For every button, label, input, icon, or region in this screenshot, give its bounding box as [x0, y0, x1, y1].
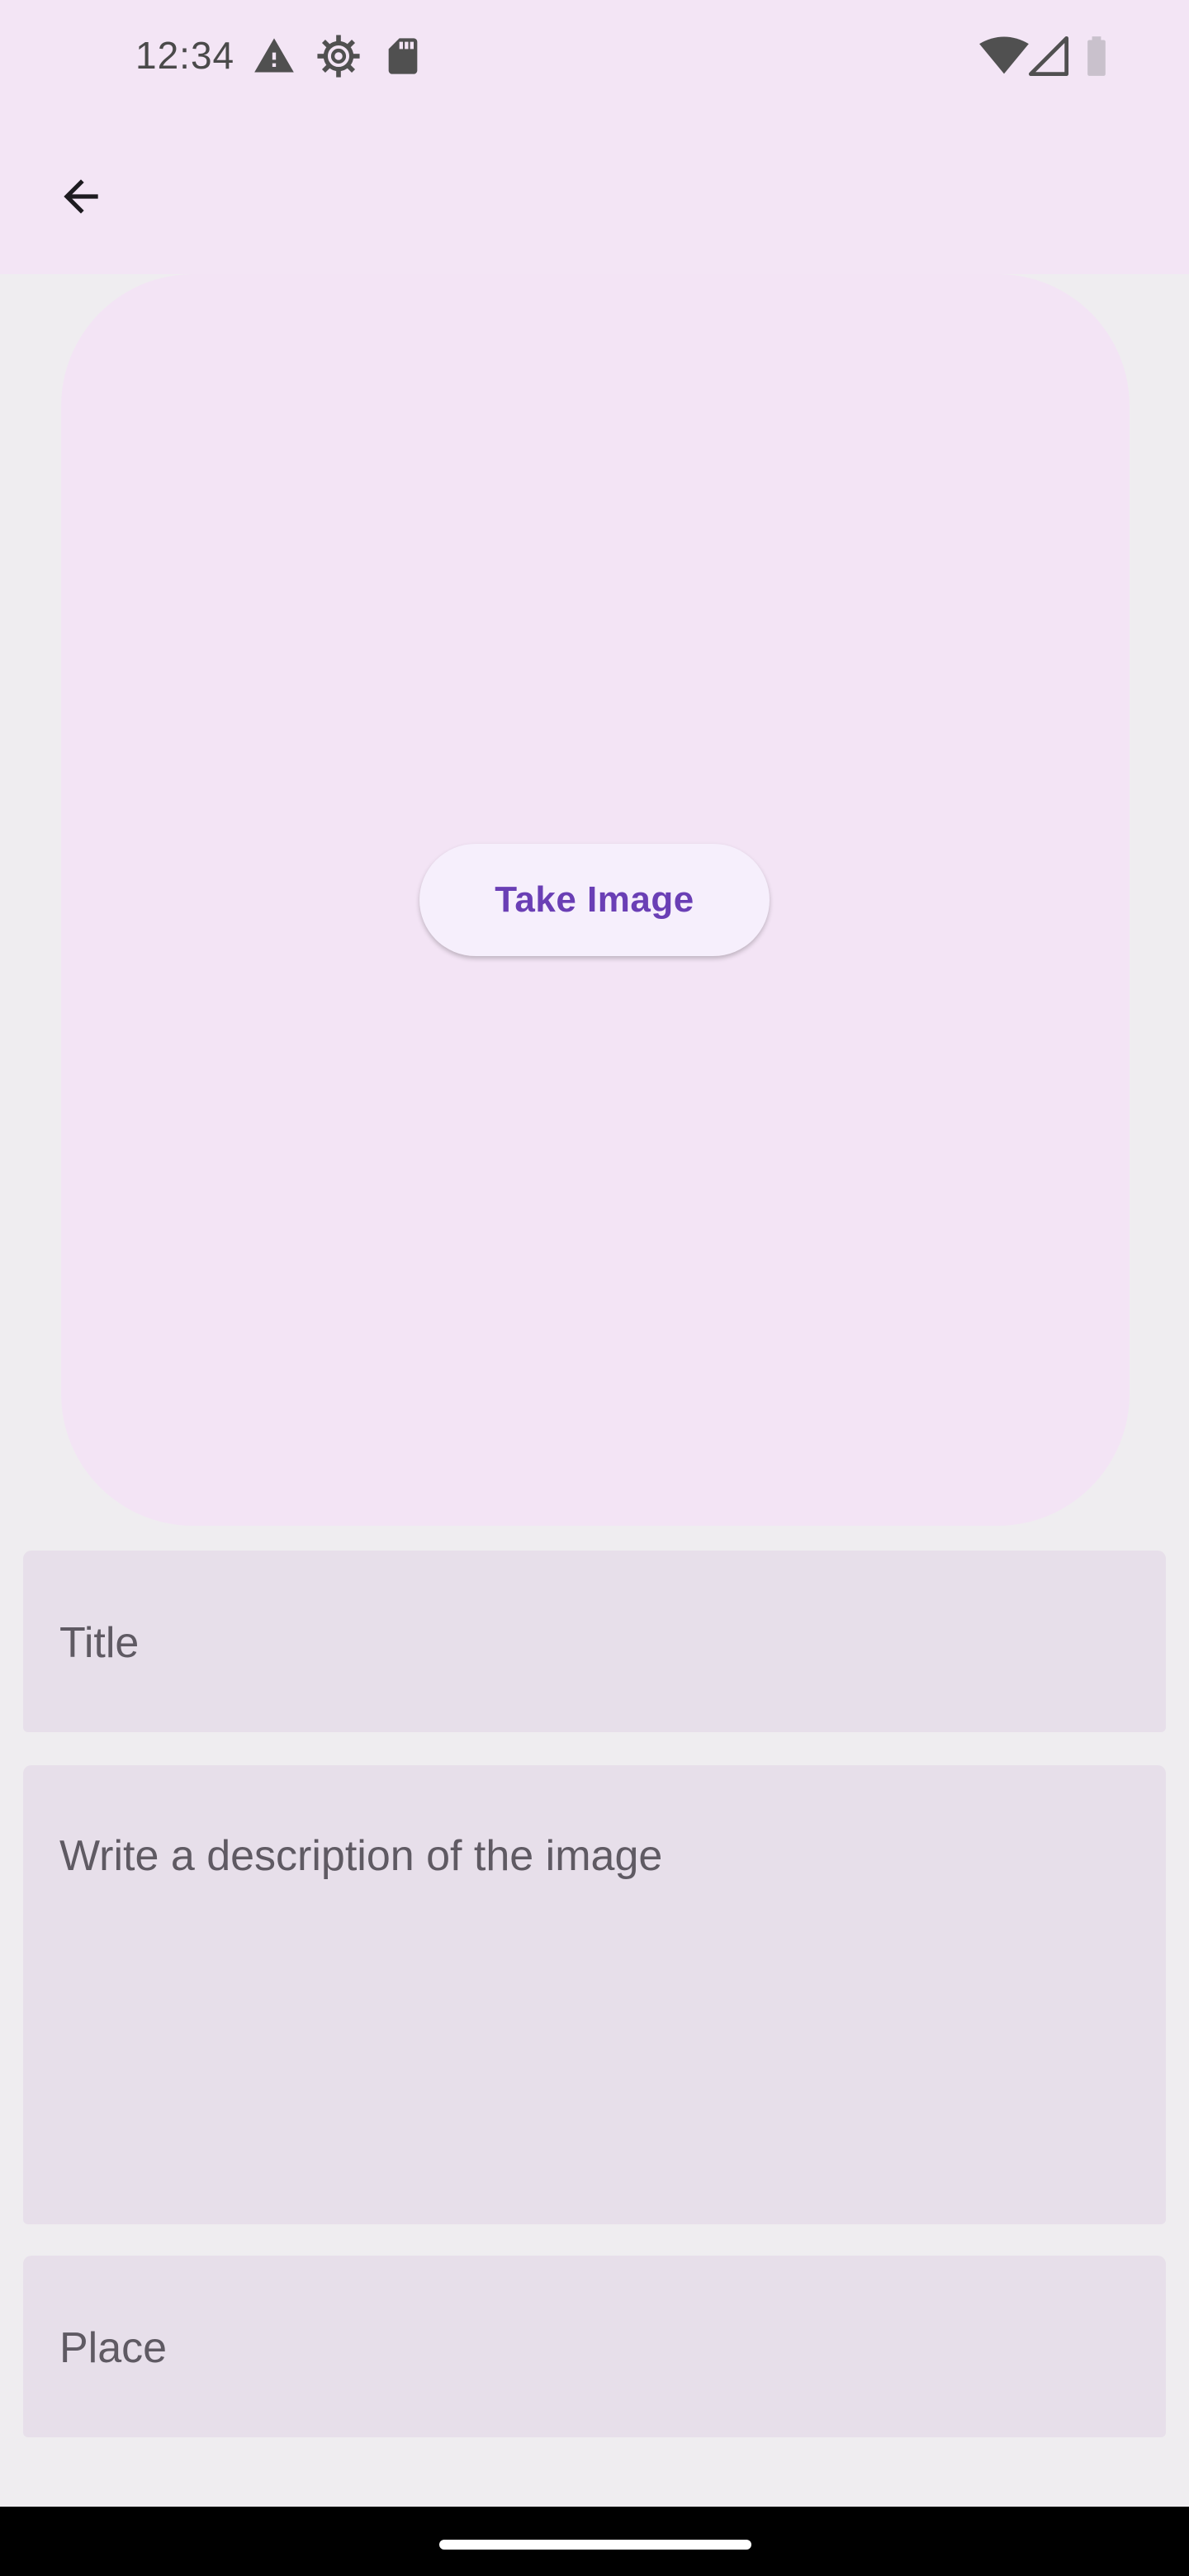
- title-field[interactable]: Title: [23, 1551, 1166, 1732]
- status-time: 12:34: [135, 34, 235, 77]
- arrow-back-icon: [64, 179, 98, 214]
- take-image-button[interactable]: Take Image: [419, 844, 770, 956]
- sd-card-icon: [388, 38, 418, 74]
- status-bar: 12:34: [0, 0, 1189, 112]
- title-placeholder: Title: [59, 1619, 140, 1667]
- settings-gear-icon: [317, 35, 360, 78]
- app-bar: [0, 112, 1189, 274]
- navigation-bar: [0, 2507, 1189, 2576]
- home-gesture-handle[interactable]: [439, 2540, 751, 2550]
- place-placeholder: Place: [59, 2324, 168, 2372]
- wifi-icon: [979, 36, 1029, 74]
- description-field[interactable]: Write a description of the image: [23, 1765, 1166, 2224]
- battery-icon: [1087, 36, 1106, 76]
- description-placeholder: Write a description of the image: [59, 1832, 663, 1880]
- warning-icon: [254, 38, 294, 73]
- back-button[interactable]: [46, 162, 116, 231]
- place-field[interactable]: Place: [23, 2256, 1166, 2437]
- cell-signal-icon: [1028, 36, 1069, 77]
